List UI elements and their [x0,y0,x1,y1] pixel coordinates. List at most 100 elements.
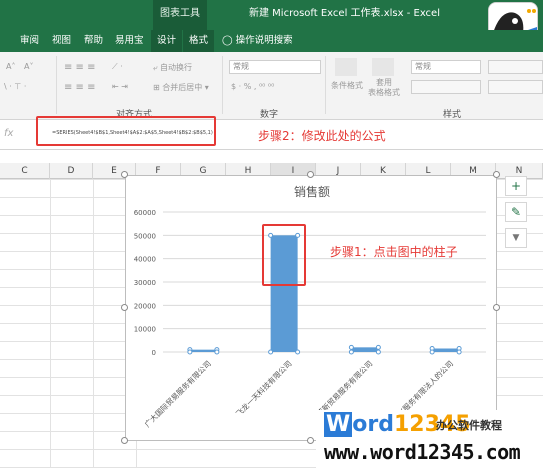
y-tick-label: 20000 [134,302,156,310]
align-left-button[interactable]: ≡ ≡ ≡ [64,82,96,93]
number-group-label: 数字 [260,110,279,120]
selection-handle [295,349,301,355]
wrap-text-label: 自动换行 [160,63,193,72]
merge-center-button[interactable]: ⊞ 合并后居中 ▾ [153,82,209,93]
selection-handle [348,344,354,350]
selection-handle [187,349,193,355]
bar [351,347,379,352]
fx-icon[interactable]: fx [4,128,13,139]
selection-handle [375,344,381,350]
ribbon-separator [325,56,326,114]
watermark-tagline: 办公软件教程 [436,419,502,432]
column-header-d[interactable]: D [50,163,93,179]
filter-icon: ▼ [512,233,520,243]
bar-chart[interactable]: 销售额 60000 50000 40000 30000 20000 10000 0广大国际贸易… [126,176,498,442]
watermark: Word12345 办公软件教程 www.word12345.com [316,410,543,468]
styles-group-label: 样式 [443,110,462,120]
conditional-format-icon [335,58,357,76]
borders-button[interactable]: \ · ⊤ · [4,82,26,91]
step1-annotation: 步骤1：点击图中的柱子 [330,245,458,259]
table-format-button[interactable]: 套用 表格格式 [368,78,400,98]
orientation-button[interactable]: ⟋ · [112,62,123,72]
ribbon-separator [56,56,57,114]
selection-handle [456,349,462,355]
indent-button[interactable]: ⇤ ⇥ [112,82,128,91]
table-format-icon [372,58,394,76]
chart-styles-button[interactable]: ✎ [505,202,527,222]
font-size-up-button[interactable]: A˄ [6,62,15,71]
percent-label: % [243,82,252,91]
y-tick-label: 50000 [134,232,156,240]
tell-me-search[interactable]: ◯ 操作说明搜索 [222,30,293,52]
chart-area[interactable]: 销售额 60000 50000 40000 30000 20000 10000 0 广大国际贸易… [125,175,497,441]
selection-handle [214,349,220,355]
lightbulb-icon: ◯ [222,35,233,46]
step2-annotation: 步骤2：修改此处的公式 [258,129,386,143]
style-cell[interactable] [488,80,543,94]
y-tick-label: 10000 [134,326,156,334]
wrap-text-icon: ⤶ [153,63,161,72]
ribbon: A˄ A˅ \ · ⊤ · ≡ ≡ ≡ ≡ ≡ ≡ ⟋ · ⇤ ⇥ ⤶ 自动换行… [0,52,543,120]
merge-center-label: 合并后居中 [162,83,203,92]
style-normal-label: 常规 [415,62,431,71]
watermark-w: W [324,412,353,437]
bar [189,349,217,352]
tab-review[interactable]: 审阅 [20,30,39,52]
resize-handle[interactable] [121,437,128,444]
selection-handle [429,349,435,355]
style-cell[interactable] [411,80,481,94]
selection-handle [268,349,274,355]
bar-highlight-box [262,224,306,286]
chart-tools-label: 图表工具 [153,0,207,30]
conditional-format-button[interactable]: 条件格式 [331,80,363,91]
bar [432,348,460,352]
align-top-button[interactable]: ≡ ≡ ≡ [64,62,96,73]
grid-line [93,179,94,468]
resize-handle[interactable] [121,304,128,311]
x-category-label: 飞龙一天科技有限公司 [233,358,293,418]
font-size-up-label: A [6,62,12,71]
tell-me-label: 操作说明搜索 [235,35,293,46]
column-header-c[interactable]: C [0,163,50,179]
ribbon-separator [222,56,223,114]
comma-label: , [253,82,257,91]
chart-elements-button[interactable]: + [505,176,527,196]
selection-handle [375,349,381,355]
formula-highlight-box [36,116,216,146]
y-tick-label: 30000 [134,279,156,287]
plus-icon: + [510,179,522,193]
tab-design[interactable]: 设计 [151,30,183,52]
y-tick-label: 40000 [134,256,156,264]
y-tick-label: 0 [152,349,156,357]
resize-handle[interactable] [307,171,314,178]
number-format-select[interactable]: 常规 [229,60,321,74]
tab-help[interactable]: 帮助 [84,30,103,52]
grid-line [50,179,51,468]
resize-handle[interactable] [121,171,128,178]
resize-handle[interactable] [493,304,500,311]
chart-filters-button[interactable]: ▼ [505,228,527,248]
merge-icon: ⊞ [153,83,163,92]
brush-icon: ✎ [510,205,522,219]
style-cell[interactable] [488,60,543,74]
resize-handle[interactable] [493,171,500,178]
percent-button[interactable]: $ · % , ⁰⁰ ⁰⁰ [231,82,274,91]
resize-handle[interactable] [307,437,314,444]
number-format-value: 常规 [233,62,249,71]
document-title: 新建 Microsoft Excel 工作表.xlsx - Excel [249,8,440,19]
selection-handle [348,349,354,355]
font-size-down-button[interactable]: A˅ [24,62,33,71]
x-category-label: 广大国际贸易服务有限公司 [142,358,213,429]
font-size-down-label: A [24,62,30,71]
style-normal[interactable]: 常规 [411,60,481,74]
watermark-url: www.word12345.com [324,440,521,464]
title-bar: 图表工具 新建 Microsoft Excel 工作表.xlsx - Excel [0,0,543,46]
tab-format[interactable]: 格式 [183,30,215,52]
watermark-ord: ord [352,412,394,437]
wrap-text-button[interactable]: ⤶ 自动换行 [153,62,192,73]
ribbon-tabs: 审阅 视图 帮助 易用宝 设计 格式 ◯ 操作说明搜索 [0,30,543,52]
tab-easy[interactable]: 易用宝 [115,30,144,52]
tab-view[interactable]: 视图 [52,30,71,52]
chart-title: 销售额 [294,184,330,199]
y-tick-label: 60000 [134,209,156,217]
